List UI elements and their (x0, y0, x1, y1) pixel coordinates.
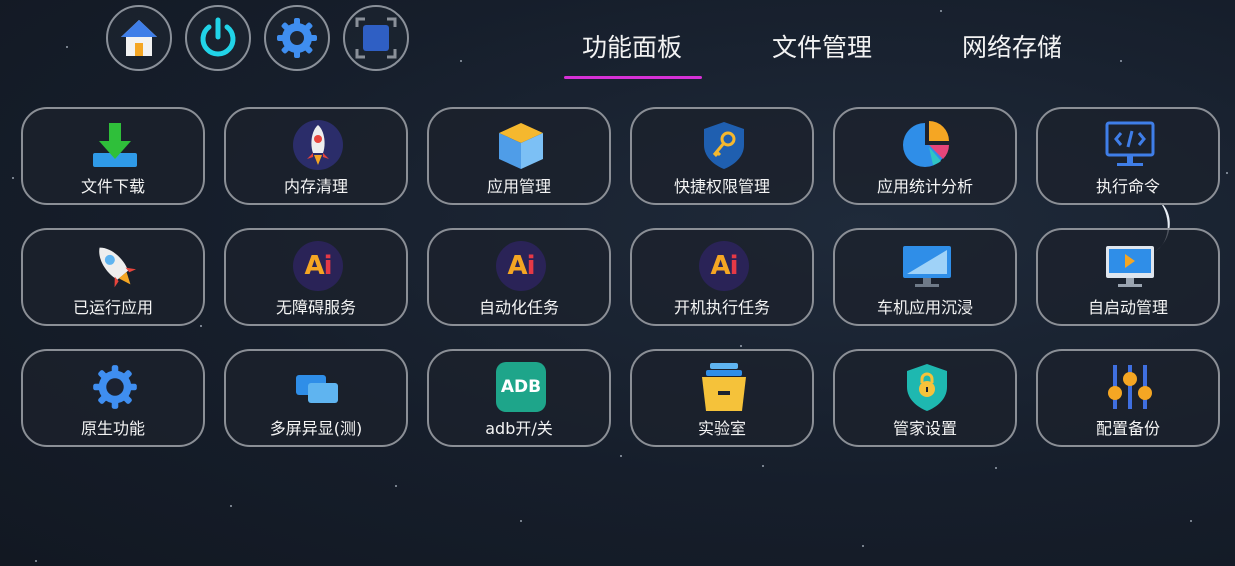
card-label: 管家设置 (892, 419, 957, 438)
autostart-management-button[interactable]: 自启动管理 (1036, 228, 1220, 326)
settings-button[interactable] (264, 5, 330, 71)
manager-settings-button[interactable]: 管家设置 (833, 349, 1017, 447)
card-label: 车机应用沉浸 (876, 298, 973, 317)
card-label: 配置备份 (1095, 419, 1160, 438)
card-label: 无障碍服务 (275, 298, 356, 317)
card-label: 文件下载 (80, 177, 145, 196)
card-label: 应用统计分析 (876, 177, 973, 196)
card-label: 已运行应用 (72, 298, 153, 317)
home-button[interactable] (106, 5, 172, 71)
sliders-icon (1108, 365, 1152, 409)
monitor-icon (903, 246, 951, 287)
tab-bar: 功能面板 文件管理 网络存储 (540, 20, 1100, 85)
card-label: adb开/关 (485, 419, 553, 438)
video-monitor-icon (1106, 246, 1154, 287)
memory-cleanup-button[interactable]: 内存清理 (224, 107, 408, 205)
screen-capture-icon (355, 17, 397, 59)
screen-capture-button[interactable] (343, 5, 409, 71)
shield-key-icon (704, 122, 744, 169)
card-label: 多屏异显(测) (269, 419, 363, 438)
archive-icon (702, 363, 746, 411)
power-icon (200, 17, 236, 57)
download-icon (93, 123, 137, 167)
automation-task-button[interactable]: Ai 自动化任务 (427, 228, 611, 326)
gear-icon (277, 18, 317, 58)
card-label: 原生功能 (80, 419, 145, 438)
tab-function-panel[interactable]: 功能面板 (582, 28, 682, 64)
ai-icon: Ai (293, 241, 343, 291)
execute-command-button[interactable]: 执行命令 (1036, 107, 1220, 205)
box-icon (499, 123, 543, 169)
rocket-icon (293, 120, 343, 170)
card-label: 实验室 (697, 419, 746, 438)
card-label: 自动化任务 (478, 298, 559, 317)
ai-icon: Ai (496, 241, 546, 291)
card-label: 执行命令 (1095, 177, 1160, 196)
car-app-immersive-button[interactable]: 车机应用沉浸 (833, 228, 1017, 326)
lab-button[interactable]: 实验室 (630, 349, 814, 447)
boot-task-button[interactable]: Ai 开机执行任务 (630, 228, 814, 326)
tab-file-management[interactable]: 文件管理 (772, 28, 872, 64)
card-label: 内存清理 (283, 177, 348, 196)
card-label: 应用管理 (486, 177, 551, 196)
app-management-button[interactable]: 应用管理 (427, 107, 611, 205)
rocket-launch-icon (99, 247, 137, 288)
adb-icon: ADB (496, 362, 546, 412)
ai-icon: Ai (699, 241, 749, 291)
adb-toggle-button[interactable]: ADB adb开/关 (427, 349, 611, 447)
running-apps-button[interactable]: 已运行应用 (21, 228, 205, 326)
card-label: 自启动管理 (1087, 298, 1168, 317)
gear-icon (93, 365, 137, 409)
native-function-button[interactable]: 原生功能 (21, 349, 205, 447)
power-button[interactable] (185, 5, 251, 71)
app-statistics-button[interactable]: 应用统计分析 (833, 107, 1017, 205)
quick-permission-button[interactable]: 快捷权限管理 (630, 107, 814, 205)
code-monitor-icon (1105, 121, 1155, 166)
config-backup-button[interactable]: 配置备份 (1036, 349, 1220, 447)
pie-chart-icon (903, 121, 949, 167)
multi-screen-icon (296, 375, 338, 403)
file-download-button[interactable]: 文件下载 (21, 107, 205, 205)
accessibility-service-button[interactable]: Ai 无障碍服务 (224, 228, 408, 326)
shield-lock-icon (907, 364, 947, 411)
card-label: 快捷权限管理 (673, 177, 770, 196)
card-label: 开机执行任务 (673, 298, 770, 317)
tab-network-storage[interactable]: 网络存储 (962, 28, 1062, 64)
home-icon (121, 20, 157, 56)
multi-screen-button[interactable]: 多屏异显(测) (224, 349, 408, 447)
active-tab-indicator (564, 76, 702, 79)
